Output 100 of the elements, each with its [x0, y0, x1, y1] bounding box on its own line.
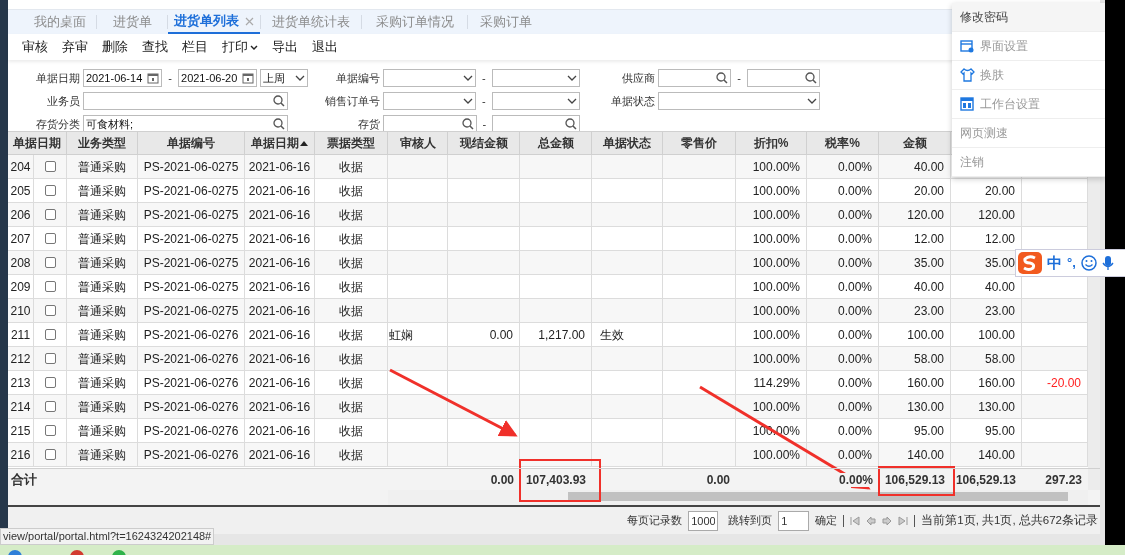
table-cell: 0.00%	[807, 419, 879, 442]
total-cell: 297.23	[1045, 472, 1082, 487]
table-cell: 58.00	[951, 347, 1022, 370]
table-cell: 100.00%	[736, 299, 807, 322]
table-cell: 0.00%	[807, 227, 879, 250]
table-cell: 普通采购	[67, 179, 138, 202]
table-cell: 2021-06-16	[245, 251, 315, 274]
table-cell: 收据	[315, 347, 388, 370]
toolbar-button[interactable]: 查找	[142, 37, 168, 57]
toolbar-button[interactable]: 弃审	[62, 37, 88, 57]
table-cell: PS-2021-06-0275	[138, 155, 245, 178]
table-cell: 收据	[315, 179, 388, 202]
table-cell: 收据	[315, 203, 388, 226]
column-header[interactable]: 总金额	[520, 132, 592, 154]
input-field[interactable]: 1	[778, 510, 810, 531]
total-cell: 0.00%	[838, 472, 873, 487]
toolbar-button[interactable]: 退出	[312, 37, 338, 57]
table-cell: PS-2021-06-0275	[138, 203, 245, 226]
search-icon	[565, 118, 577, 130]
toolbar-button[interactable]: 审核	[22, 37, 48, 57]
column-header[interactable]: 单据编号	[138, 132, 245, 154]
select-field[interactable]	[491, 92, 580, 110]
table-cell: 0.00%	[807, 155, 879, 178]
table-cell: 普通采购	[67, 155, 138, 178]
select-field[interactable]	[491, 69, 580, 87]
row-checkbox[interactable]	[44, 281, 56, 292]
table-cell: 23.00	[879, 299, 951, 322]
column-header[interactable]: 零售价	[663, 132, 736, 154]
confirm-link[interactable]: 确定	[815, 512, 838, 529]
column-header[interactable]: 单据日期	[245, 132, 315, 154]
first-page-icon[interactable]	[850, 515, 861, 526]
table-cell: 普通采购	[67, 395, 138, 418]
table-cell: 虹娴	[388, 323, 448, 346]
close-icon	[245, 16, 254, 26]
table-cell: 140.00	[951, 443, 1022, 466]
search-field[interactable]	[746, 69, 820, 87]
row-checkbox[interactable]	[44, 353, 56, 364]
row-checkbox[interactable]	[44, 329, 56, 340]
toolbar-button[interactable]: 栏目	[182, 37, 208, 57]
previous-page-icon[interactable]	[866, 515, 877, 526]
table-cell: 普通采购	[67, 203, 138, 226]
search-field[interactable]	[383, 115, 477, 131]
row-checkbox[interactable]	[44, 185, 56, 196]
table-cell: 100.00	[879, 323, 951, 346]
scrollbar-thumb[interactable]	[568, 492, 1068, 501]
table-cell: 35.00	[879, 251, 951, 274]
row-checkbox[interactable]	[44, 257, 56, 268]
next-page-icon[interactable]	[882, 515, 893, 526]
total-cell: 106,529.13	[955, 472, 1016, 487]
table-cell: 0.00%	[807, 179, 879, 202]
date-field[interactable]: 2021-06-14	[83, 69, 163, 87]
table-cell: 普通采购	[67, 299, 138, 322]
table-cell: 12.00	[879, 227, 951, 250]
row-checkbox[interactable]	[44, 377, 56, 388]
field-label: 销售订单号	[324, 93, 380, 109]
column-header[interactable]: 单据状态	[592, 132, 663, 154]
input-mode[interactable]: 中	[1047, 251, 1062, 275]
table-cell: 2021-06-16	[245, 275, 315, 298]
chevron-down-icon	[807, 97, 817, 105]
search-field[interactable]	[83, 92, 288, 110]
column-header[interactable]: 审核人	[388, 132, 448, 154]
row-checkbox[interactable]	[44, 233, 56, 244]
table-cell: 130.00	[951, 395, 1022, 418]
toolbar-button[interactable]: 删除	[102, 37, 128, 57]
row-checkbox[interactable]	[44, 449, 56, 460]
table-cell: PS-2021-06-0276	[138, 443, 245, 466]
column-header[interactable]: 单据日期	[8, 132, 67, 154]
row-checkbox[interactable]	[44, 161, 56, 172]
punctuation-mode[interactable]: °,	[1067, 253, 1076, 273]
table-cell: PS-2021-06-0276	[138, 395, 245, 418]
search-field[interactable]	[492, 115, 580, 131]
toolbar-button[interactable]: 打印	[222, 37, 258, 57]
chevron-down-icon	[463, 97, 473, 105]
table-cell: 0.00%	[807, 371, 879, 394]
column-header[interactable]: 业务类型	[67, 132, 138, 154]
page-summary: 当前第1页, 共1页, 总共672条记录	[921, 512, 1098, 528]
input-field[interactable]: 1000	[688, 510, 719, 531]
column-header[interactable]: 现结金额	[448, 132, 520, 154]
search-field[interactable]	[658, 69, 732, 87]
period-select[interactable]: 上周	[260, 69, 308, 87]
range-dash: -	[481, 70, 487, 86]
row-checkbox[interactable]	[44, 209, 56, 220]
select-field[interactable]	[658, 92, 820, 110]
select-field[interactable]	[383, 92, 476, 110]
column-header[interactable]: 票据类型	[315, 132, 388, 154]
row-checkbox[interactable]	[44, 401, 56, 412]
column-header[interactable]: 金额	[879, 132, 951, 154]
search-field[interactable]: 可食材料;	[83, 115, 288, 131]
column-header[interactable]: 税率%	[807, 132, 879, 154]
search-icon	[805, 72, 817, 84]
toolbar-button[interactable]: 导出	[272, 37, 298, 57]
row-checkbox[interactable]	[44, 305, 56, 316]
column-header[interactable]: 折扣%	[736, 132, 807, 154]
table-cell: PS-2021-06-0275	[138, 275, 245, 298]
row-checkbox[interactable]	[44, 425, 56, 436]
date-field[interactable]: 2021-06-20	[178, 69, 258, 87]
last-page-icon[interactable]	[898, 515, 909, 526]
select-field[interactable]	[383, 69, 476, 87]
table-cell: 40.00	[879, 275, 951, 298]
menu-item[interactable]: 修改密码	[952, 3, 1105, 32]
